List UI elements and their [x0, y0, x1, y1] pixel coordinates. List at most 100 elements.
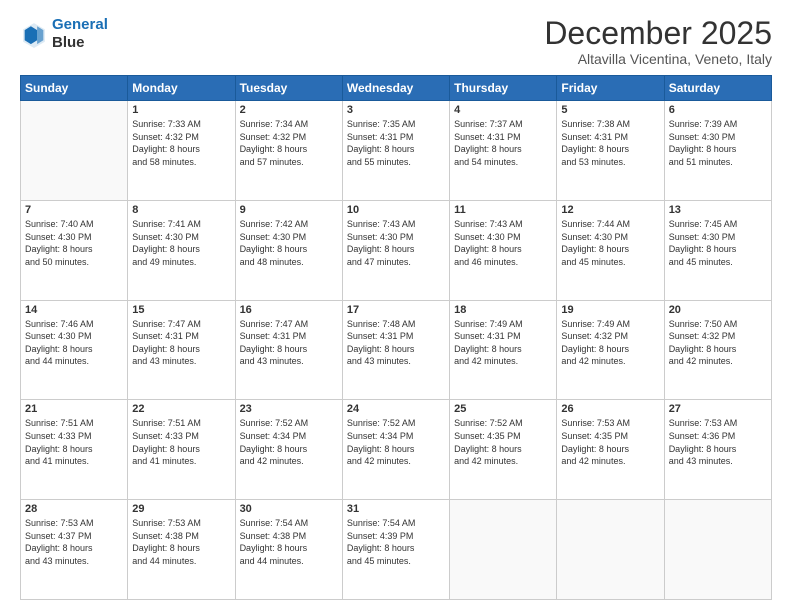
day-info: Sunrise: 7:50 AM Sunset: 4:32 PM Dayligh…	[669, 318, 767, 368]
title-block: December 2025 Altavilla Vicentina, Venet…	[544, 16, 772, 67]
day-info: Sunrise: 7:51 AM Sunset: 4:33 PM Dayligh…	[25, 417, 123, 467]
day-number: 5	[561, 104, 659, 116]
day-number: 2	[240, 104, 338, 116]
calendar-cell: 30 Sunrise: 7:54 AM Sunset: 4:38 PM Dayli…	[235, 500, 342, 600]
calendar-cell: 11 Sunrise: 7:43 AM Sunset: 4:30 PM Dayli…	[450, 200, 557, 300]
day-info: Sunrise: 7:43 AM Sunset: 4:30 PM Dayligh…	[347, 218, 445, 268]
day-info: Sunrise: 7:47 AM Sunset: 4:31 PM Dayligh…	[240, 318, 338, 368]
day-info: Sunrise: 7:53 AM Sunset: 4:37 PM Dayligh…	[25, 517, 123, 567]
day-info: Sunrise: 7:52 AM Sunset: 4:34 PM Dayligh…	[347, 417, 445, 467]
calendar-cell: 1 Sunrise: 7:33 AM Sunset: 4:32 PM Daylig…	[128, 101, 235, 201]
day-number: 28	[25, 503, 123, 515]
day-number: 19	[561, 304, 659, 316]
day-number: 27	[669, 403, 767, 415]
day-number: 3	[347, 104, 445, 116]
weekday-header: Friday	[557, 76, 664, 101]
day-info: Sunrise: 7:53 AM Sunset: 4:35 PM Dayligh…	[561, 417, 659, 467]
day-number: 30	[240, 503, 338, 515]
subtitle: Altavilla Vicentina, Veneto, Italy	[544, 51, 772, 67]
calendar-cell: 14Sunrise: 7:46 AM Sunset: 4:30 PM Dayli…	[21, 300, 128, 400]
weekday-header: Thursday	[450, 76, 557, 101]
calendar-cell: 12Sunrise: 7:44 AM Sunset: 4:30 PM Dayli…	[557, 200, 664, 300]
calendar-cell: 3Sunrise: 7:35 AM Sunset: 4:31 PM Daylig…	[342, 101, 449, 201]
day-number: 22	[132, 403, 230, 415]
day-info: Sunrise: 7:51 AM Sunset: 4:33 PM Dayligh…	[132, 417, 230, 467]
day-info: Sunrise: 7:47 AM Sunset: 4:31 PM Dayligh…	[132, 318, 230, 368]
calendar-table: SundayMondayTuesdayWednesdayThursdayFrid…	[20, 75, 772, 600]
calendar-cell: 24 Sunrise: 7:52 AM Sunset: 4:34 PM Dayli…	[342, 400, 449, 500]
day-number: 9	[240, 204, 338, 216]
calendar-cell: 17 Sunrise: 7:48 AM Sunset: 4:31 PM Dayli…	[342, 300, 449, 400]
logo-text: General Blue	[52, 16, 108, 52]
calendar-cell: 28 Sunrise: 7:53 AM Sunset: 4:37 PM Dayli…	[21, 500, 128, 600]
calendar-week-row: 7 Sunrise: 7:40 AM Sunset: 4:30 PM Daylig…	[21, 200, 772, 300]
calendar-cell: 31Sunrise: 7:54 AM Sunset: 4:39 PM Dayli…	[342, 500, 449, 600]
day-number: 10	[347, 204, 445, 216]
calendar-week-row: 28 Sunrise: 7:53 AM Sunset: 4:37 PM Dayli…	[21, 500, 772, 600]
logo: General Blue	[20, 16, 108, 52]
day-number: 24	[347, 403, 445, 415]
calendar-cell: 23Sunrise: 7:52 AM Sunset: 4:34 PM Dayli…	[235, 400, 342, 500]
calendar-cell	[450, 500, 557, 600]
calendar-cell: 27 Sunrise: 7:53 AM Sunset: 4:36 PM Dayli…	[664, 400, 771, 500]
calendar-cell: 8 Sunrise: 7:41 AM Sunset: 4:30 PM Daylig…	[128, 200, 235, 300]
day-number: 14	[25, 304, 123, 316]
day-number: 16	[240, 304, 338, 316]
day-info: Sunrise: 7:52 AM Sunset: 4:35 PM Dayligh…	[454, 417, 552, 467]
day-info: Sunrise: 7:37 AM Sunset: 4:31 PM Dayligh…	[454, 118, 552, 168]
day-info: Sunrise: 7:54 AM Sunset: 4:39 PM Dayligh…	[347, 517, 445, 567]
calendar-cell	[21, 101, 128, 201]
day-number: 8	[132, 204, 230, 216]
day-info: Sunrise: 7:53 AM Sunset: 4:38 PM Dayligh…	[132, 517, 230, 567]
calendar-cell: 9 Sunrise: 7:42 AM Sunset: 4:30 PM Daylig…	[235, 200, 342, 300]
day-number: 23	[240, 403, 338, 415]
day-info: Sunrise: 7:40 AM Sunset: 4:30 PM Dayligh…	[25, 218, 123, 268]
day-number: 26	[561, 403, 659, 415]
day-number: 17	[347, 304, 445, 316]
day-info: Sunrise: 7:44 AM Sunset: 4:30 PM Dayligh…	[561, 218, 659, 268]
day-number: 6	[669, 104, 767, 116]
day-number: 15	[132, 304, 230, 316]
calendar-week-row: 21 Sunrise: 7:51 AM Sunset: 4:33 PM Dayli…	[21, 400, 772, 500]
logo-icon	[20, 20, 48, 48]
calendar-week-row: 1 Sunrise: 7:33 AM Sunset: 4:32 PM Daylig…	[21, 101, 772, 201]
day-number: 1	[132, 104, 230, 116]
weekday-header: Monday	[128, 76, 235, 101]
weekday-header: Sunday	[21, 76, 128, 101]
day-number: 11	[454, 204, 552, 216]
calendar-week-row: 14Sunrise: 7:46 AM Sunset: 4:30 PM Dayli…	[21, 300, 772, 400]
calendar-cell: 26 Sunrise: 7:53 AM Sunset: 4:35 PM Dayli…	[557, 400, 664, 500]
day-info: Sunrise: 7:33 AM Sunset: 4:32 PM Dayligh…	[132, 118, 230, 168]
main-title: December 2025	[544, 16, 772, 51]
day-number: 21	[25, 403, 123, 415]
day-number: 18	[454, 304, 552, 316]
day-number: 29	[132, 503, 230, 515]
calendar-cell: 13Sunrise: 7:45 AM Sunset: 4:30 PM Dayli…	[664, 200, 771, 300]
calendar-cell: 29 Sunrise: 7:53 AM Sunset: 4:38 PM Dayli…	[128, 500, 235, 600]
day-info: Sunrise: 7:53 AM Sunset: 4:36 PM Dayligh…	[669, 417, 767, 467]
calendar-cell	[557, 500, 664, 600]
day-info: Sunrise: 7:43 AM Sunset: 4:30 PM Dayligh…	[454, 218, 552, 268]
day-info: Sunrise: 7:48 AM Sunset: 4:31 PM Dayligh…	[347, 318, 445, 368]
day-number: 7	[25, 204, 123, 216]
day-info: Sunrise: 7:54 AM Sunset: 4:38 PM Dayligh…	[240, 517, 338, 567]
calendar-header-row: SundayMondayTuesdayWednesdayThursdayFrid…	[21, 76, 772, 101]
calendar-cell	[664, 500, 771, 600]
calendar-cell: 20 Sunrise: 7:50 AM Sunset: 4:32 PM Dayli…	[664, 300, 771, 400]
day-number: 20	[669, 304, 767, 316]
calendar-cell: 22 Sunrise: 7:51 AM Sunset: 4:33 PM Dayli…	[128, 400, 235, 500]
day-number: 13	[669, 204, 767, 216]
header: General Blue December 2025 Altavilla Vic…	[20, 16, 772, 67]
calendar-cell: 15 Sunrise: 7:47 AM Sunset: 4:31 PM Dayli…	[128, 300, 235, 400]
calendar-cell: 6Sunrise: 7:39 AM Sunset: 4:30 PM Daylig…	[664, 101, 771, 201]
calendar-cell: 10 Sunrise: 7:43 AM Sunset: 4:30 PM Dayli…	[342, 200, 449, 300]
weekday-header: Saturday	[664, 76, 771, 101]
calendar-cell: 7 Sunrise: 7:40 AM Sunset: 4:30 PM Daylig…	[21, 200, 128, 300]
day-info: Sunrise: 7:41 AM Sunset: 4:30 PM Dayligh…	[132, 218, 230, 268]
day-info: Sunrise: 7:34 AM Sunset: 4:32 PM Dayligh…	[240, 118, 338, 168]
calendar-cell: 2 Sunrise: 7:34 AM Sunset: 4:32 PM Daylig…	[235, 101, 342, 201]
day-info: Sunrise: 7:42 AM Sunset: 4:30 PM Dayligh…	[240, 218, 338, 268]
day-info: Sunrise: 7:49 AM Sunset: 4:32 PM Dayligh…	[561, 318, 659, 368]
page: General Blue December 2025 Altavilla Vic…	[0, 0, 792, 612]
weekday-header: Tuesday	[235, 76, 342, 101]
